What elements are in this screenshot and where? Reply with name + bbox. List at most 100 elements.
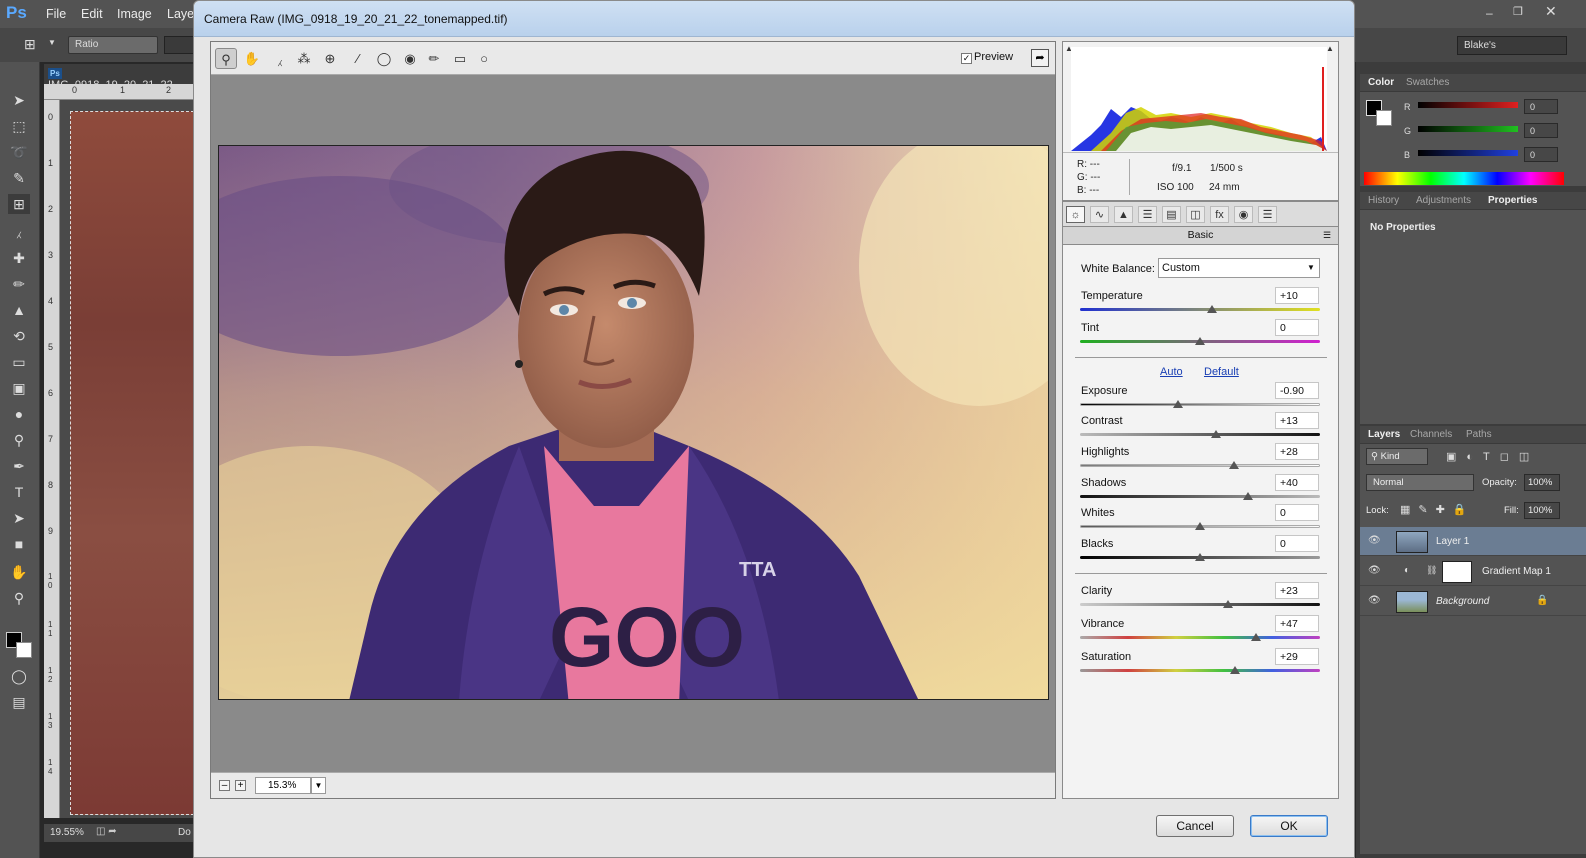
clarity-value[interactable]: +23	[1275, 582, 1319, 599]
chevron-down-icon[interactable]: ▼	[311, 777, 326, 794]
highlights-value[interactable]: +28	[1275, 443, 1319, 460]
gradient-tool-icon[interactable]: ▣	[8, 378, 30, 398]
history-brush-icon[interactable]: ⟲	[8, 326, 30, 346]
clarity-slider[interactable]	[1080, 603, 1320, 606]
white-balance-tool-icon[interactable]: ⁁	[269, 48, 291, 69]
exposure-slider-thumb[interactable]	[1173, 400, 1184, 408]
crop-tool-icon[interactable]: ⊞	[8, 194, 30, 214]
cancel-button[interactable]: Cancel	[1156, 815, 1234, 837]
quick-select-icon[interactable]: ✎	[8, 168, 30, 188]
default-link[interactable]: Default	[1204, 366, 1239, 378]
whites-slider-thumb[interactable]	[1195, 522, 1205, 530]
red-slider[interactable]	[1418, 102, 1518, 108]
auto-link[interactable]: Auto	[1160, 366, 1183, 378]
zoom-tool-icon[interactable]: ⚲	[8, 588, 30, 608]
hand-tool-icon[interactable]: ✋	[241, 48, 263, 69]
temperature-slider-thumb[interactable]	[1207, 305, 1217, 313]
tab-properties[interactable]: Properties	[1488, 195, 1537, 206]
spot-removal-icon[interactable]: ◯	[373, 48, 395, 69]
layer-filter-kind[interactable]: ⚲ Kind	[1366, 448, 1428, 465]
status-icons[interactable]: ◫ ➦	[96, 826, 117, 837]
preview-checkbox[interactable]: ✓ Preview	[961, 51, 1013, 64]
chevron-down-icon[interactable]: ▼	[48, 38, 56, 47]
blend-mode-select[interactable]: Normal	[1366, 474, 1474, 491]
document-tab[interactable]: PsIMG_0918_19_20_21_22_	[44, 64, 194, 91]
blue-slider[interactable]	[1418, 150, 1518, 156]
quick-mask-icon[interactable]: ◯	[8, 666, 30, 686]
layer-mask-thumbnail[interactable]	[1442, 561, 1472, 583]
lens-corrections-icon[interactable]: ◫	[1186, 206, 1205, 223]
move-tool-icon[interactable]: ➤	[8, 90, 30, 110]
red-eye-icon[interactable]: ◉	[399, 48, 421, 69]
lock-icons[interactable]: ▦✎✚🔒	[1400, 503, 1475, 516]
tab-swatches[interactable]: Swatches	[1406, 77, 1449, 88]
color-ramp[interactable]	[1364, 172, 1564, 185]
crop-tool-icon[interactable]: ⊞	[24, 36, 36, 53]
tint-value[interactable]: 0	[1275, 319, 1319, 336]
brush-tool-icon[interactable]: ✏	[8, 274, 30, 294]
tab-color[interactable]: Color	[1368, 77, 1394, 88]
temperature-value[interactable]: +10	[1275, 287, 1319, 304]
path-select-icon[interactable]: ➤	[8, 508, 30, 528]
opacity-field[interactable]: 100%	[1524, 474, 1560, 491]
menu-file[interactable]: File	[46, 7, 66, 21]
zoom-in-button[interactable]: +	[235, 780, 246, 791]
tab-paths[interactable]: Paths	[1466, 429, 1492, 440]
menu-image[interactable]: Image	[117, 7, 152, 21]
blue-value[interactable]: 0	[1524, 147, 1558, 162]
basic-panel-icon[interactable]: ☼	[1066, 206, 1085, 223]
green-slider[interactable]	[1418, 126, 1518, 132]
contrast-value[interactable]: +13	[1275, 412, 1319, 429]
targeted-adjustment-icon[interactable]: ⊕	[319, 48, 341, 69]
ok-button[interactable]: OK	[1250, 815, 1328, 837]
document-zoom[interactable]: 19.55%	[50, 827, 84, 838]
hsl-icon[interactable]: ☰	[1138, 206, 1157, 223]
white-balance-select[interactable]: Custom ▼	[1158, 258, 1320, 278]
temperature-slider[interactable]	[1080, 308, 1320, 311]
blur-tool-icon[interactable]: ●	[8, 404, 30, 424]
zoom-out-button[interactable]: –	[219, 780, 230, 791]
type-tool-icon[interactable]: T	[8, 482, 30, 502]
tone-curve-icon[interactable]: ∿	[1090, 206, 1109, 223]
eraser-tool-icon[interactable]: ▭	[8, 352, 30, 372]
document-image[interactable]	[70, 111, 194, 815]
stamp-tool-icon[interactable]: ▲	[8, 300, 30, 320]
shadows-slider-thumb[interactable]	[1243, 492, 1253, 500]
menu-layer[interactable]: Laye	[167, 7, 194, 21]
graduated-filter-icon[interactable]: ▭	[449, 48, 471, 69]
highlights-slider-thumb[interactable]	[1228, 461, 1239, 469]
radial-filter-icon[interactable]: ○	[473, 48, 495, 69]
ratio-width-field[interactable]	[164, 36, 194, 54]
whites-value[interactable]: 0	[1275, 504, 1319, 521]
shadows-value[interactable]: +40	[1275, 474, 1319, 491]
visibility-eye-icon[interactable]: 👁	[1368, 565, 1381, 576]
saturation-slider[interactable]	[1080, 669, 1320, 672]
minimize-icon[interactable]: –	[1486, 6, 1493, 20]
healing-brush-icon[interactable]: ✚	[8, 248, 30, 268]
marquee-tool-icon[interactable]: ⬚	[8, 116, 30, 136]
dodge-tool-icon[interactable]: ⚲	[8, 430, 30, 450]
screen-mode-icon[interactable]: ▤	[8, 692, 30, 712]
vibrance-value[interactable]: +47	[1275, 615, 1319, 632]
tab-layers[interactable]: Layers	[1368, 429, 1400, 440]
rectangle-tool-icon[interactable]: ■	[8, 534, 30, 554]
highlights-slider[interactable]	[1080, 464, 1320, 467]
pen-tool-icon[interactable]: ✒	[8, 456, 30, 476]
fill-field[interactable]: 100%	[1524, 502, 1560, 519]
tab-history[interactable]: History	[1368, 195, 1399, 206]
tab-adjustments[interactable]: Adjustments	[1416, 195, 1471, 206]
clarity-slider-thumb[interactable]	[1222, 600, 1233, 608]
exposure-slider[interactable]	[1080, 403, 1320, 406]
saturation-value[interactable]: +29	[1275, 648, 1319, 665]
background-color-swatch[interactable]	[16, 642, 32, 658]
dialog-titlebar[interactable]: Camera Raw (IMG_0918_19_20_21_22_tonemap…	[194, 1, 1354, 37]
close-icon[interactable]: ✕	[1545, 3, 1557, 20]
saturation-slider-thumb[interactable]	[1229, 666, 1240, 674]
ratio-select[interactable]: Ratio	[68, 36, 158, 54]
red-value[interactable]: 0	[1524, 99, 1558, 114]
fullscreen-toggle-icon[interactable]: ➦	[1031, 49, 1049, 67]
link-icon[interactable]: ⛓	[1426, 565, 1437, 576]
workspace-switcher[interactable]: Blake's	[1457, 36, 1567, 55]
layer-row-background[interactable]: 👁 Background 🔒	[1360, 587, 1586, 616]
visibility-eye-icon[interactable]: 👁	[1368, 535, 1381, 546]
